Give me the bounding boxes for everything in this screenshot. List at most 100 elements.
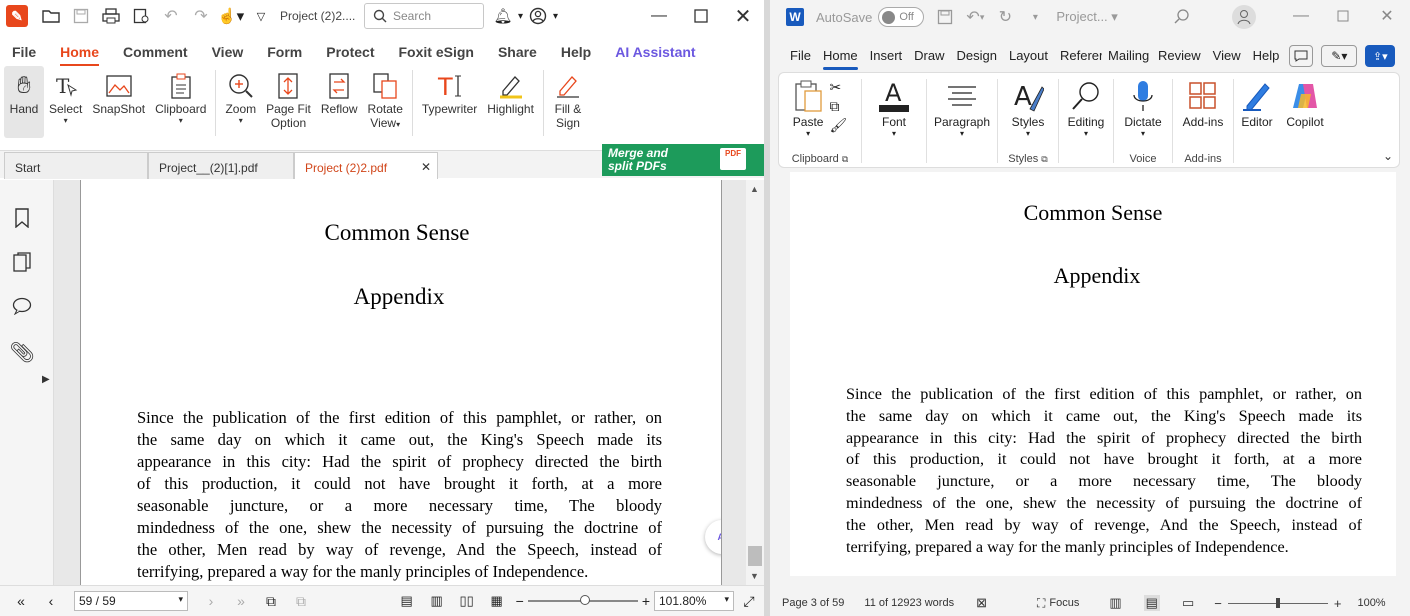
customize-dropdown-icon[interactable]: ▽ [246, 2, 276, 30]
select-tool-button[interactable]: T Select ▾ [44, 66, 87, 138]
word-count-status[interactable]: 11 of 12923 words [864, 597, 954, 609]
fullscreen-icon[interactable]: ⤢ [734, 587, 764, 615]
close-button[interactable]: ✕ [720, 0, 764, 32]
fill-and-sign-button[interactable]: Fill & Sign [548, 66, 588, 138]
redo-icon[interactable]: ↷ [186, 2, 216, 30]
word-undo-icon[interactable]: ↶ ▾ [960, 3, 990, 31]
paragraph-button[interactable]: Paragraph ▾ [927, 73, 997, 167]
minimize-button[interactable]: — [636, 0, 682, 32]
zoom-button[interactable]: Zoom ▾ [220, 66, 261, 138]
word-menu-file[interactable]: File [784, 42, 817, 70]
zoom-slider[interactable] [527, 595, 638, 605]
continuous-facing-view-icon[interactable]: ▦ [482, 587, 512, 615]
cut-icon[interactable]: ✂ [829, 79, 847, 96]
word-close-button[interactable]: ✕ [1364, 0, 1410, 32]
hand-tool-dropdown-icon[interactable]: ☝▾ [216, 2, 246, 30]
autosave-control[interactable]: AutoSave Off [816, 7, 925, 27]
word-menu-mailings[interactable]: Mailing [1102, 42, 1152, 70]
menu-help[interactable]: Help [549, 36, 603, 68]
typewriter-button[interactable]: T Typewriter [417, 66, 482, 138]
comments-button[interactable] [1289, 45, 1314, 67]
menu-home[interactable]: Home [48, 36, 111, 68]
next-page-icon[interactable]: › [196, 587, 226, 615]
word-save-icon[interactable] [930, 3, 960, 31]
undo-icon[interactable]: ↶ [156, 2, 186, 30]
menu-form[interactable]: Form [255, 36, 314, 68]
continuous-view-icon[interactable]: ▥ [422, 587, 452, 615]
word-menu-design[interactable]: Design [951, 42, 1003, 70]
web-layout-icon[interactable]: ▭ [1182, 595, 1194, 611]
account-icon[interactable] [523, 2, 553, 30]
collapse-ribbon-icon[interactable]: ⌄ [1383, 149, 1393, 163]
word-menu-insert[interactable]: Insert [864, 42, 909, 70]
zoom-level-box[interactable]: 101.80% ▾ [654, 591, 734, 611]
editing-button[interactable]: Editing ▾ [1059, 73, 1113, 167]
editor-button[interactable]: Editor [1234, 73, 1280, 167]
styles-button[interactable]: A Styles ▾ [1012, 77, 1045, 138]
word-file-name[interactable]: Project... ▾ [1056, 9, 1117, 25]
word-maximize-button[interactable] [1320, 0, 1366, 32]
word-menu-references[interactable]: Referer [1054, 42, 1102, 70]
format-painter-icon[interactable]: 🖌︎ [829, 117, 847, 134]
word-menu-help[interactable]: Help [1247, 42, 1286, 70]
rotate-view-button[interactable]: Rotate View▾ [363, 66, 408, 138]
word-menu-draw[interactable]: Draw [908, 42, 950, 70]
first-page-icon[interactable]: « [6, 587, 36, 615]
vertical-scrollbar[interactable]: ▲ ▼ [746, 180, 764, 585]
font-button[interactable]: A Font ▾ [862, 73, 926, 167]
word-vertical-scrollbar[interactable] [1398, 172, 1410, 584]
dictate-button[interactable]: Dictate ▾ [1124, 77, 1162, 138]
word-customize-icon[interactable]: ▾ [1020, 3, 1050, 31]
ai-assistant-float-button[interactable]: AI [705, 520, 721, 554]
word-zoom-out-icon[interactable]: − [1214, 596, 1222, 611]
notification-bell-icon[interactable]: 🔔︎ [488, 2, 518, 30]
search-input[interactable]: Search [364, 3, 484, 29]
menu-view[interactable]: View [200, 36, 256, 68]
pages-icon[interactable] [10, 250, 34, 274]
facing-view-icon[interactable]: ▯▯ [452, 587, 482, 615]
scroll-down-icon[interactable]: ▼ [750, 571, 759, 581]
menu-foxit-esign[interactable]: Foxit eSign [386, 36, 485, 68]
word-menu-review[interactable]: Review [1152, 42, 1207, 70]
print-layout-icon[interactable]: ▤ [1143, 595, 1160, 611]
proofing-icon[interactable]: ⊠ [976, 595, 987, 611]
save-icon[interactable] [66, 2, 96, 30]
tab-start[interactable]: Start [4, 152, 148, 179]
previous-page-icon[interactable]: ‹ [36, 587, 66, 615]
menu-share[interactable]: Share [486, 36, 549, 68]
zoom-in-icon[interactable]: + [642, 593, 650, 609]
print-icon[interactable] [96, 2, 126, 30]
scroll-up-icon[interactable]: ▲ [750, 184, 759, 194]
bookmark-icon[interactable] [10, 206, 34, 230]
page-number-input[interactable]: 59 / 59 ▾ [74, 591, 188, 611]
clipboard-button[interactable]: Clipboard ▾ [150, 66, 211, 138]
share-button[interactable]: ⇪▾ [1365, 45, 1396, 67]
focus-button[interactable]: ⛶ Focus [1037, 596, 1079, 611]
tab-project-1[interactable]: Project__(2)[1].pdf [148, 152, 294, 179]
page-view-icon[interactable]: ⧉ [256, 587, 286, 615]
word-zoom-slider-thumb[interactable] [1275, 597, 1280, 608]
autosave-toggle[interactable]: Off [878, 7, 925, 27]
word-account-avatar[interactable] [1231, 5, 1256, 29]
maximize-button[interactable] [678, 0, 724, 32]
copy-icon[interactable]: ⧉ [829, 98, 847, 115]
word-minimize-button[interactable]: — [1278, 0, 1324, 32]
word-menu-view[interactable]: View [1207, 42, 1247, 70]
paste-button[interactable]: Paste ▾ [793, 77, 823, 138]
word-redo-icon[interactable]: ↻ [990, 3, 1020, 31]
editing-mode-button[interactable]: ✎▾ [1321, 45, 1358, 67]
snapshot-button[interactable]: SnapShot [87, 66, 150, 138]
word-menu-layout[interactable]: Layout [1003, 42, 1054, 70]
page-fit-option-button[interactable]: Page Fit Option [261, 66, 316, 138]
tab-project-2[interactable]: Project (2)2.pdf ✕ [294, 152, 438, 179]
tab-close-icon[interactable]: ✕ [421, 160, 431, 174]
expand-panel-icon[interactable]: ▶ [42, 374, 50, 385]
read-mode-icon[interactable]: ▥ [1109, 595, 1121, 611]
properties-icon[interactable] [126, 2, 156, 30]
menu-protect[interactable]: Protect [314, 36, 386, 68]
merge-split-banner[interactable]: Merge and split PDFs PDF [602, 144, 764, 176]
addins-button[interactable]: Add-ins [1183, 77, 1223, 129]
comments-icon[interactable] [10, 294, 34, 318]
single-page-view-icon[interactable]: ▤ [392, 587, 422, 615]
word-search-icon[interactable] [1174, 8, 1190, 27]
